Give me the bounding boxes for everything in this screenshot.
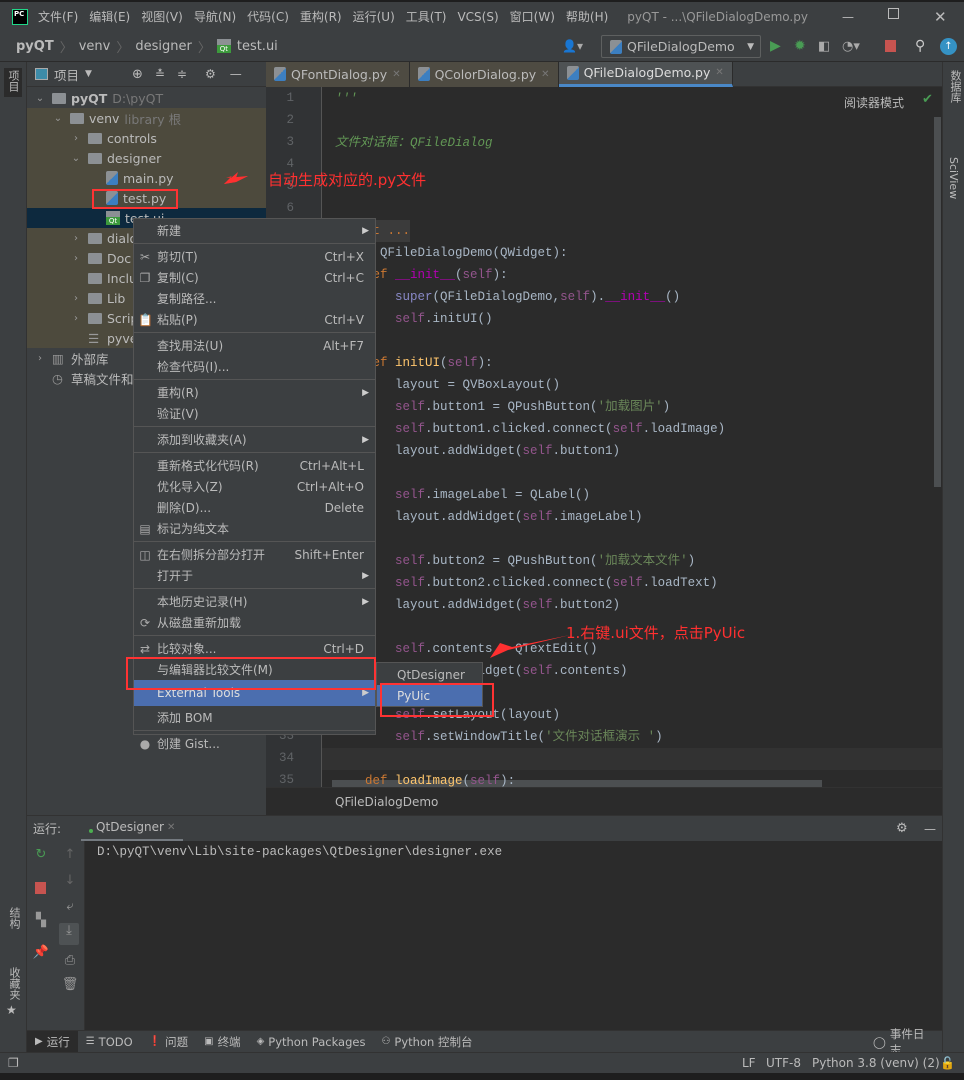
stop-icon[interactable] xyxy=(35,882,46,894)
trash-icon[interactable]: 🗑 xyxy=(60,977,80,992)
tool-window-button[interactable]: ▶ 运行 xyxy=(27,1030,78,1053)
run-toolbar: ↻ ▚ 📌 ↑ ↓ ⤶ ⤓ ⎙ 🗑 xyxy=(27,841,85,1030)
status-bar: ❐ LF UTF-8 Python 3.8 (venv) (2) 🔓 xyxy=(0,1052,964,1073)
gear-icon[interactable]: ⚙ xyxy=(896,821,908,836)
warning-icon: ❗ xyxy=(148,1036,162,1047)
encoding[interactable]: UTF-8 xyxy=(766,1056,801,1070)
play-icon: ▶ xyxy=(35,1036,43,1047)
layout-icon[interactable]: ▚ xyxy=(31,913,51,928)
up-arrow-icon[interactable]: ↑ xyxy=(60,847,80,862)
close-icon[interactable]: ✕ xyxy=(167,822,175,833)
toggle-panels-icon[interactable]: ❐ xyxy=(8,1056,19,1070)
pin-icon[interactable]: 📌 xyxy=(31,945,51,960)
hide-icon[interactable]: — xyxy=(924,822,936,836)
run-panel-header: 运行: QtDesigner ✕ ⚙ — xyxy=(27,815,942,842)
line-separator[interactable]: LF xyxy=(742,1056,756,1070)
tool-window-button[interactable]: ⚇ Python 控制台 xyxy=(373,1031,480,1053)
list-icon: ☰ xyxy=(85,1036,95,1047)
run-console[interactable]: D:\pyQT\venv\Lib\site-packages\QtDesigne… xyxy=(85,841,942,1030)
window-edge xyxy=(0,1073,964,1080)
layers-icon: ◈ xyxy=(256,1036,265,1047)
rerun-icon[interactable]: ↻ xyxy=(31,847,51,862)
python-icon: ⚇ xyxy=(381,1036,391,1047)
running-indicator-icon xyxy=(89,829,94,833)
scroll-to-end-icon[interactable]: ⤓ xyxy=(59,923,79,945)
tool-window-button[interactable]: ☰ TODO xyxy=(78,1031,141,1053)
event-log-button[interactable]: ◯ 事件日志 xyxy=(865,1027,942,1057)
bottom-tool-bar: ▶ 运行 ☰ TODO ❗ 问题 ▣ 终端 ◈ Python Packages ⚇ Python 控制… xyxy=(27,1027,942,1057)
print-icon[interactable]: ⎙ xyxy=(60,953,80,968)
tool-window-button[interactable]: ◈ Python Packages xyxy=(249,1031,374,1053)
tool-window-button[interactable]: ❗ 问题 xyxy=(141,1031,196,1053)
run-tab-qtdesigner[interactable]: QtDesigner ✕ xyxy=(81,816,184,842)
arrow-icon xyxy=(224,172,248,184)
interpreter[interactable]: Python 3.8 (venv) (2) xyxy=(812,1056,940,1070)
tool-window-button[interactable]: ▣ 终端 xyxy=(196,1031,248,1053)
terminal-icon: ▣ xyxy=(204,1036,214,1047)
console-output: D:\pyQT\venv\Lib\site-packages\QtDesigne… xyxy=(97,845,503,859)
down-arrow-icon[interactable]: ↓ xyxy=(60,873,80,888)
event-log-icon: ◯ xyxy=(873,1034,886,1049)
lock-icon[interactable]: 🔓 xyxy=(940,1056,955,1070)
soft-wrap-icon[interactable]: ⤶ xyxy=(60,899,80,914)
arrow-icon xyxy=(490,635,570,658)
